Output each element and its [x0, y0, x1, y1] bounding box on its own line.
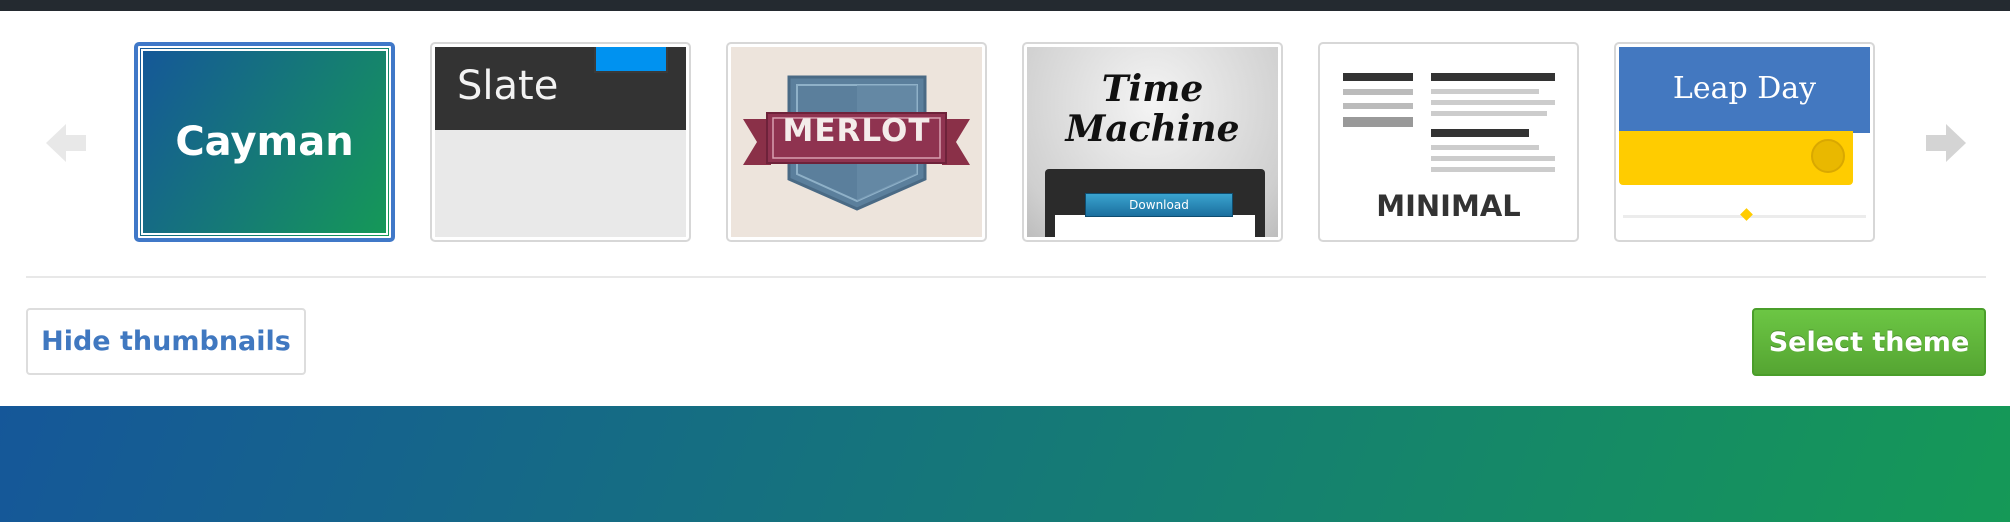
theme-thumbnail-leap-day[interactable]: Leap Day: [1614, 42, 1875, 242]
leap-day-preview: Leap Day: [1619, 47, 1870, 237]
select-theme-button[interactable]: Select theme: [1752, 308, 1986, 376]
theme-name-slate: Slate: [457, 63, 559, 109]
theme-thumbnail-minimal[interactable]: MINIMAL: [1318, 42, 1579, 242]
minimal-line: [1431, 73, 1555, 81]
time-machine-preview: Time Machine Download: [1027, 47, 1278, 237]
arrow-left-icon: [46, 124, 86, 162]
theme-preview-hero: [0, 406, 2010, 522]
github-octocat-icon: [1811, 139, 1845, 173]
slate-preview: Slate: [435, 47, 686, 237]
hide-thumbnails-button[interactable]: Hide thumbnails: [26, 308, 306, 375]
divider: [26, 276, 1986, 278]
theme-thumbnail-time-machine[interactable]: Time Machine Download: [1022, 42, 1283, 242]
minimal-line: [1343, 73, 1413, 81]
merlot-preview: MERLOT: [731, 47, 982, 237]
minimal-line: [1343, 103, 1413, 109]
minimal-line: [1431, 100, 1555, 105]
theme-thumbnail-cayman[interactable]: Cayman: [134, 42, 395, 242]
theme-thumbnail-slate[interactable]: Slate: [430, 42, 691, 242]
theme-thumbnail-merlot[interactable]: MERLOT: [726, 42, 987, 242]
next-theme-button[interactable]: [1920, 118, 1970, 168]
cayman-preview: Cayman: [140, 48, 389, 236]
diamond-icon: [1740, 208, 1753, 221]
minimal-line: [1431, 167, 1555, 172]
theme-name-leap-day: Leap Day: [1672, 71, 1817, 106]
minimal-line: [1431, 156, 1555, 161]
time-machine-base: [1055, 215, 1255, 237]
minimal-line: [1431, 111, 1547, 116]
theme-name-cayman: Cayman: [175, 119, 354, 165]
minimal-line: [1431, 145, 1539, 150]
top-bar: [0, 0, 2010, 11]
arrow-right-icon: [1926, 124, 1966, 162]
time-machine-download-button: Download: [1085, 193, 1233, 217]
previous-theme-button[interactable]: [42, 118, 92, 168]
minimal-line: [1431, 129, 1529, 137]
theme-name-time-machine: Time Machine: [1065, 68, 1240, 150]
theme-name-merlot: MERLOT: [782, 113, 931, 149]
minimal-preview: MINIMAL: [1323, 47, 1574, 237]
minimal-line: [1343, 117, 1413, 127]
theme-name-minimal: MINIMAL: [1376, 189, 1521, 223]
minimal-line: [1343, 89, 1413, 95]
minimal-line: [1431, 89, 1539, 94]
slate-accent-tab: [594, 47, 668, 73]
